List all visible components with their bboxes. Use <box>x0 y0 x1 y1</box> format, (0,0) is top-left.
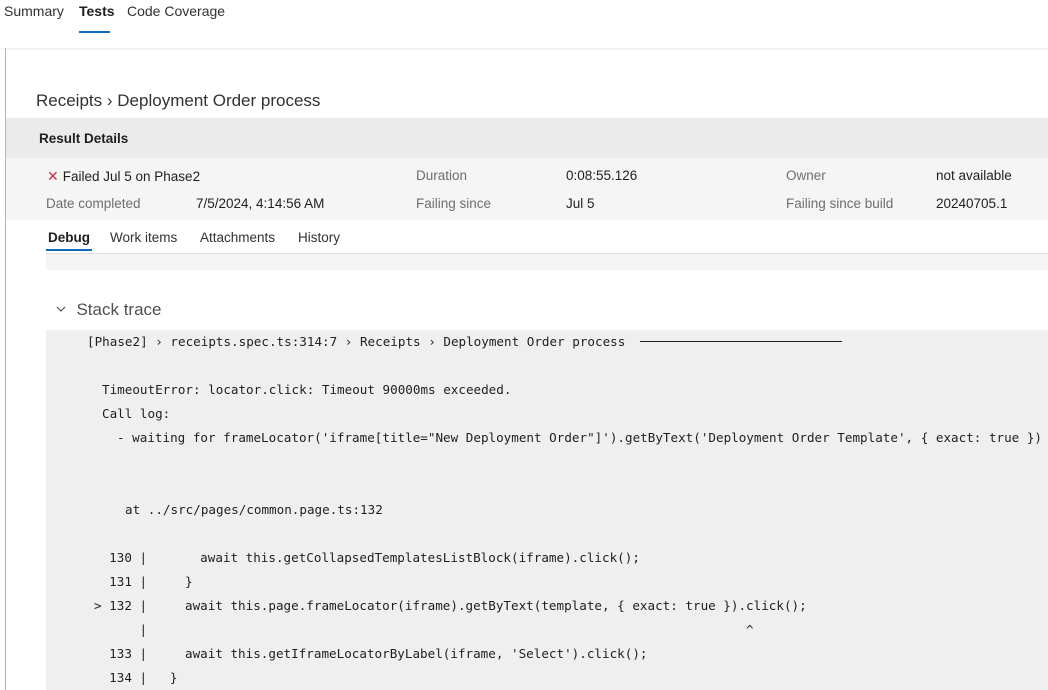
tab-debug[interactable]: Debug <box>48 230 90 245</box>
trace-header-line: [Phase2] › receipts.spec.ts:314:7 › Rece… <box>87 334 626 349</box>
tab-attachments[interactable]: Attachments <box>200 230 275 245</box>
tab-code-coverage[interactable]: Code Coverage <box>127 3 225 19</box>
breadcrumb-current: Deployment Order process <box>117 91 321 110</box>
result-details-grid: ✕ Failed Jul 5 on Phase2 Duration 0:08:55… <box>6 158 1048 220</box>
duration-label: Duration <box>416 168 468 183</box>
stack-trace-toggle[interactable]: Stack trace <box>56 300 162 320</box>
stack-trace-title: Stack trace <box>76 300 162 319</box>
timeout-error-line: TimeoutError: locator.click: Timeout 900… <box>102 382 512 397</box>
code-line: 133 | await this.getIframeLocatorByLabel… <box>94 646 648 661</box>
code-line: 130 | await this.getCollapsedTemplatesLi… <box>94 550 640 565</box>
active-subtab-indicator <box>46 249 92 251</box>
failing-since-value: Jul 5 <box>566 196 595 211</box>
date-completed-label: Date completed <box>46 196 141 211</box>
tab-summary[interactable]: Summary <box>4 3 64 19</box>
status-label: Failed Jul 5 on Phase2 <box>62 169 201 184</box>
owner-value: not available <box>936 168 1012 183</box>
code-line-highlighted: > 132 | await this.page.frameLocator(ifr… <box>94 598 807 613</box>
status-text: ✕ Failed Jul 5 on Phase2 <box>47 168 200 185</box>
breadcrumb-parent[interactable]: Receipts <box>36 91 102 110</box>
close-x-icon: ✕ <box>47 168 59 184</box>
code-line: 131 | } <box>94 574 193 589</box>
top-tab-bar: Summary Tests Code Coverage <box>0 0 1048 48</box>
trace-header-rule <box>640 341 842 342</box>
duration-value: 0:08:55.126 <box>566 168 638 183</box>
code-line: 134 | } <box>94 670 178 685</box>
result-details-title: Result Details <box>39 131 129 146</box>
tab-work-items[interactable]: Work items <box>110 230 177 245</box>
debug-panel-strip <box>46 254 1048 270</box>
breadcrumb: Receipts › Deployment Order process <box>36 91 320 111</box>
owner-label: Owner <box>786 168 826 183</box>
result-details-header: Result Details <box>6 118 1048 158</box>
tab-bar-divider <box>0 48 1048 50</box>
failing-since-build-label: Failing since build <box>786 196 894 211</box>
code-line-caret: | ^ <box>94 622 754 637</box>
at-location-line: at ../src/pages/common.page.ts:132 <box>125 502 383 517</box>
tab-tests[interactable]: Tests <box>79 3 115 19</box>
waiting-line: - waiting for frameLocator('iframe[title… <box>117 430 1043 445</box>
failing-since-build-value: 20240705.1 <box>936 196 1008 211</box>
date-completed-value: 7/5/2024, 4:14:56 AM <box>196 196 325 211</box>
detail-tab-bar: Debug Work items Attachments History <box>46 222 1048 254</box>
stack-trace-box: [Phase2] › receipts.spec.ts:314:7 › Rece… <box>46 330 1048 690</box>
breadcrumb-separator: › <box>106 91 113 110</box>
call-log-line: Call log: <box>102 406 171 421</box>
tab-history[interactable]: History <box>298 230 340 245</box>
active-tab-indicator <box>79 31 110 33</box>
failing-since-label: Failing since <box>416 196 492 211</box>
chevron-down-icon <box>56 304 66 316</box>
